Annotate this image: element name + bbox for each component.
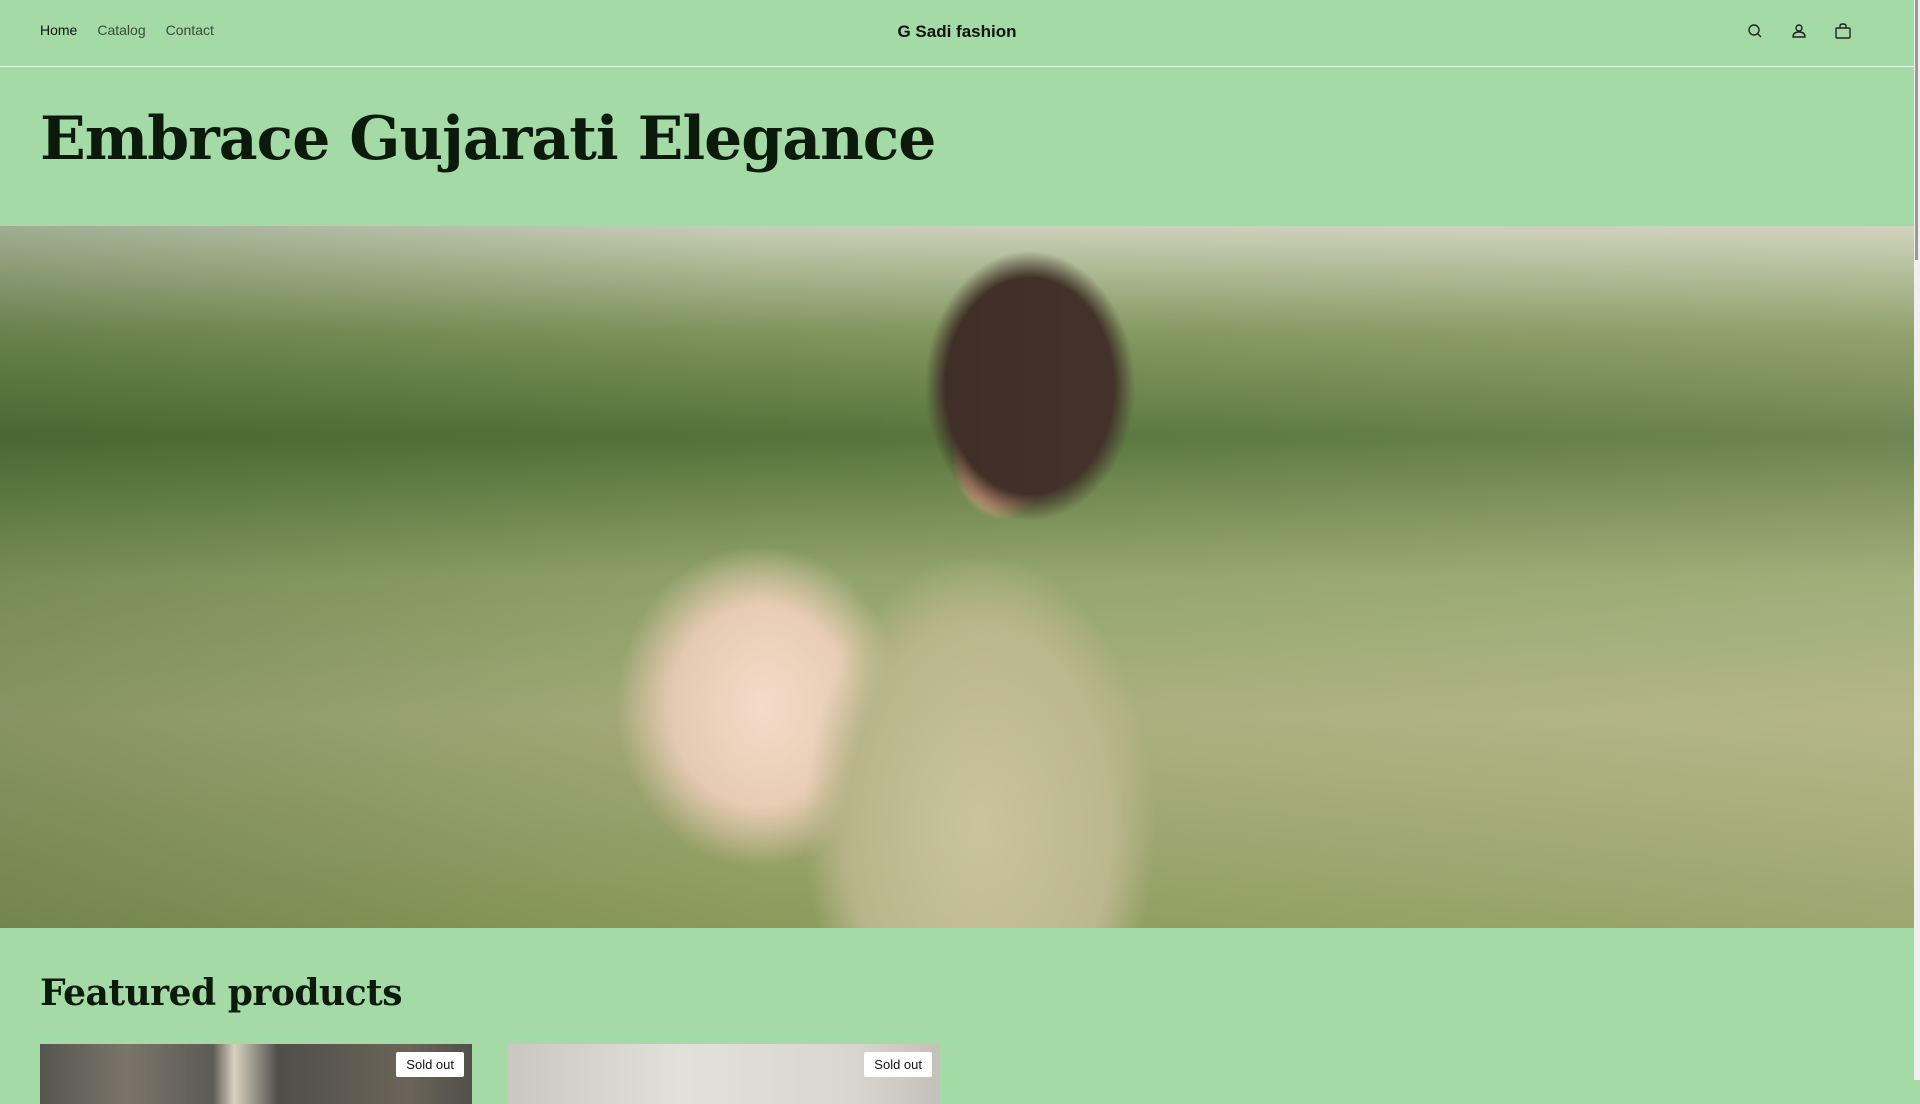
scrollbar[interactable] [1914, 0, 1920, 1080]
product-card[interactable]: Sold out [508, 1044, 940, 1104]
account-icon[interactable] [1788, 20, 1810, 42]
featured-products-heading: Featured products [40, 972, 403, 1014]
search-icon[interactable] [1744, 20, 1766, 42]
site-header: Home Catalog Contact G Sadi fashion [0, 0, 1914, 67]
scrollbar-thumb[interactable] [1915, 0, 1918, 260]
hero-image [0, 226, 1914, 928]
sold-out-badge: Sold out [396, 1052, 464, 1077]
cart-icon[interactable] [1832, 20, 1854, 42]
sold-out-badge: Sold out [864, 1052, 932, 1077]
brand-logo[interactable]: G Sadi fashion [0, 22, 1914, 42]
page-title: Embrace Gujarati Elegance [40, 104, 936, 174]
product-card[interactable]: Sold out [40, 1044, 472, 1104]
